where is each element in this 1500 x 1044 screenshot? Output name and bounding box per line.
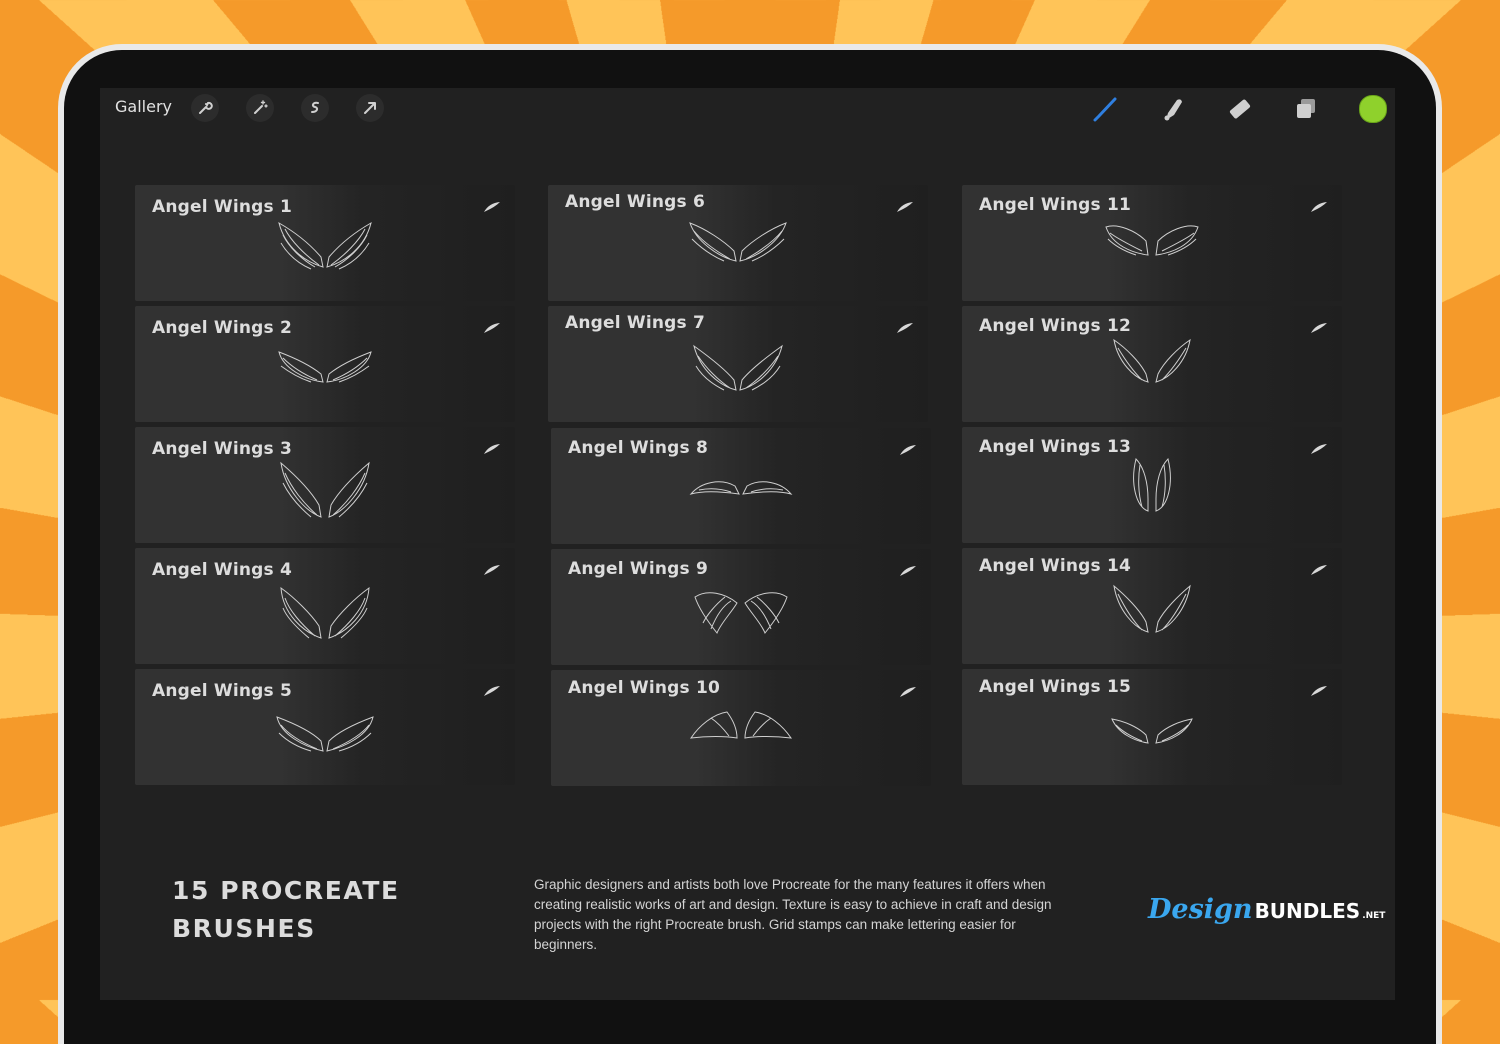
transform-arrow-icon[interactable] — [356, 94, 384, 122]
procreate-screen: Gallery Angel Wings 1 Angel Wings 2 Ange… — [100, 88, 1395, 1000]
promo-description: Graphic designers and artists both love … — [534, 877, 1052, 952]
angel-wings-preview — [1133, 458, 1171, 512]
brush-card[interactable]: Angel Wings 14 — [962, 548, 1342, 664]
angel-wings-preview — [694, 592, 788, 634]
brush-name: Angel Wings 9 — [568, 559, 709, 579]
brush-stroke-icon — [1311, 686, 1327, 696]
brush-card[interactable]: Angel Wings 12 — [962, 306, 1342, 422]
brush-card[interactable]: Angel Wings 7 — [548, 306, 928, 422]
brush-name: Angel Wings 2 — [152, 318, 293, 338]
angel-wings-preview — [276, 716, 374, 752]
logo-net-text: .NET — [1362, 911, 1386, 921]
color-picker[interactable] — [1359, 95, 1387, 123]
brush-card[interactable]: Angel Wings 8 — [551, 428, 931, 544]
brush-card[interactable]: Angel Wings 3 — [135, 427, 515, 543]
brush-name: Angel Wings 3 — [152, 439, 293, 459]
brush-card[interactable]: Angel Wings 6 — [548, 185, 928, 301]
smudge-icon[interactable] — [1156, 92, 1190, 126]
brush-card[interactable]: Angel Wings 1 — [135, 185, 515, 301]
designbundles-logo: Design BUNDLES .NET — [1148, 894, 1385, 925]
angel-wings-preview — [1113, 338, 1191, 383]
brush-card[interactable]: Angel Wings 4 — [135, 548, 515, 664]
brush-name: Angel Wings 14 — [979, 556, 1132, 576]
angel-wings-preview — [689, 481, 793, 495]
brush-stroke-icon — [897, 323, 913, 333]
angel-wings-preview — [1111, 718, 1193, 744]
angel-wings-preview — [280, 586, 370, 639]
angel-wings-preview — [689, 222, 787, 262]
gallery-button[interactable]: Gallery — [115, 97, 172, 116]
promo-heading-line2: BRUSHES — [172, 914, 316, 943]
brush-card[interactable]: Angel Wings 9 — [551, 549, 931, 665]
brush-stroke-icon — [900, 566, 916, 576]
angel-wings-preview — [280, 461, 370, 518]
angel-wings-preview — [278, 221, 372, 270]
angel-wings-preview — [689, 711, 793, 739]
wrench-icon[interactable] — [191, 94, 219, 122]
brush-icon[interactable] — [1089, 92, 1123, 126]
brush-card[interactable]: Angel Wings 2 — [135, 306, 515, 422]
brush-stroke-icon — [900, 687, 916, 697]
brush-stroke-icon — [1311, 444, 1327, 454]
brush-stroke-icon — [484, 323, 500, 333]
selection-icon[interactable] — [301, 94, 329, 122]
brush-stroke-icon — [897, 202, 913, 212]
toolbar: Gallery — [100, 88, 1395, 128]
magic-wand-icon[interactable] — [246, 94, 274, 122]
brush-stroke-icon — [484, 444, 500, 454]
logo-design-text: Design — [1148, 894, 1253, 925]
brush-name: Angel Wings 15 — [979, 677, 1132, 697]
angel-wings-preview — [693, 344, 783, 391]
brush-card[interactable]: Angel Wings 13 — [962, 427, 1342, 543]
brush-stroke-icon — [484, 686, 500, 696]
brush-card[interactable]: Angel Wings 11 — [962, 185, 1342, 301]
brush-stroke-icon — [484, 565, 500, 575]
promo-heading: 15 PROCREATE BRUSHES — [172, 872, 400, 948]
layers-icon[interactable] — [1289, 92, 1323, 126]
brush-name: Angel Wings 7 — [565, 313, 706, 333]
logo-bundles-text: BUNDLES — [1254, 899, 1361, 923]
brush-card[interactable]: Angel Wings 5 — [135, 669, 515, 785]
brush-stroke-icon — [1311, 202, 1327, 212]
brush-stroke-icon — [484, 202, 500, 212]
brush-name: Angel Wings 6 — [565, 192, 706, 212]
angel-wings-preview — [278, 351, 372, 383]
angel-wings-preview — [1105, 225, 1199, 256]
angel-wings-preview — [1113, 584, 1191, 633]
brush-stroke-icon — [1311, 323, 1327, 333]
brush-name: Angel Wings 10 — [568, 678, 721, 698]
brush-name: Angel Wings 4 — [152, 560, 293, 580]
promo-heading-line1: 15 PROCREATE — [172, 876, 400, 905]
brush-stroke-icon — [900, 445, 916, 455]
brush-name: Angel Wings 5 — [152, 681, 293, 701]
brush-stroke-icon — [1311, 565, 1327, 575]
brush-name: Angel Wings 1 — [152, 197, 293, 217]
eraser-icon[interactable] — [1222, 92, 1256, 126]
brush-name: Angel Wings 8 — [568, 438, 709, 458]
brush-card[interactable]: Angel Wings 10 — [551, 670, 931, 786]
brush-card[interactable]: Angel Wings 15 — [962, 669, 1342, 785]
